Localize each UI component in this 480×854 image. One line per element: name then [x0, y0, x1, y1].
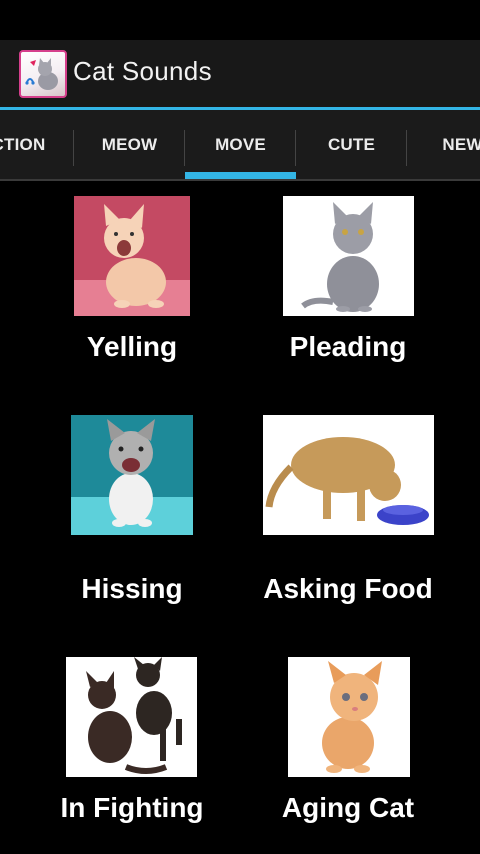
tab-new[interactable]: NEW [407, 110, 480, 179]
tab-action[interactable]: CTION [0, 110, 74, 179]
action-bar: Cat Sounds [0, 40, 480, 107]
tab-strip[interactable]: CTION MEOW MOVE CUTE NEW [0, 110, 480, 181]
app-title: Cat Sounds [73, 56, 212, 86]
grey-cat-sitting-photo[interactable] [283, 196, 414, 316]
sound-label: Asking Food [263, 573, 433, 604]
sound-label: Aging Cat [281, 792, 415, 823]
sound-label: Pleading [289, 331, 407, 362]
ginger-kitten-yelling-photo[interactable] [74, 196, 190, 316]
status-bar [0, 0, 480, 40]
sound-label: In Fighting [60, 792, 204, 823]
tabby-kitten-teal-background-photo[interactable] [71, 415, 193, 535]
tab-cute[interactable]: CUTE [296, 110, 407, 179]
orange-kitten-photo[interactable] [288, 657, 410, 777]
tab-meow[interactable]: MEOW [74, 110, 185, 179]
sound-grid: Yelling Pleading Hissing Asking Food In … [0, 181, 480, 854]
cat-eating-from-bowl-photo[interactable] [263, 415, 434, 535]
two-dark-kittens-photo[interactable] [66, 657, 197, 777]
cat-app-icon[interactable] [19, 50, 67, 98]
sound-label: Hissing [81, 573, 183, 604]
sound-label: Yelling [86, 331, 178, 362]
tab-move[interactable]: MOVE [185, 110, 296, 179]
